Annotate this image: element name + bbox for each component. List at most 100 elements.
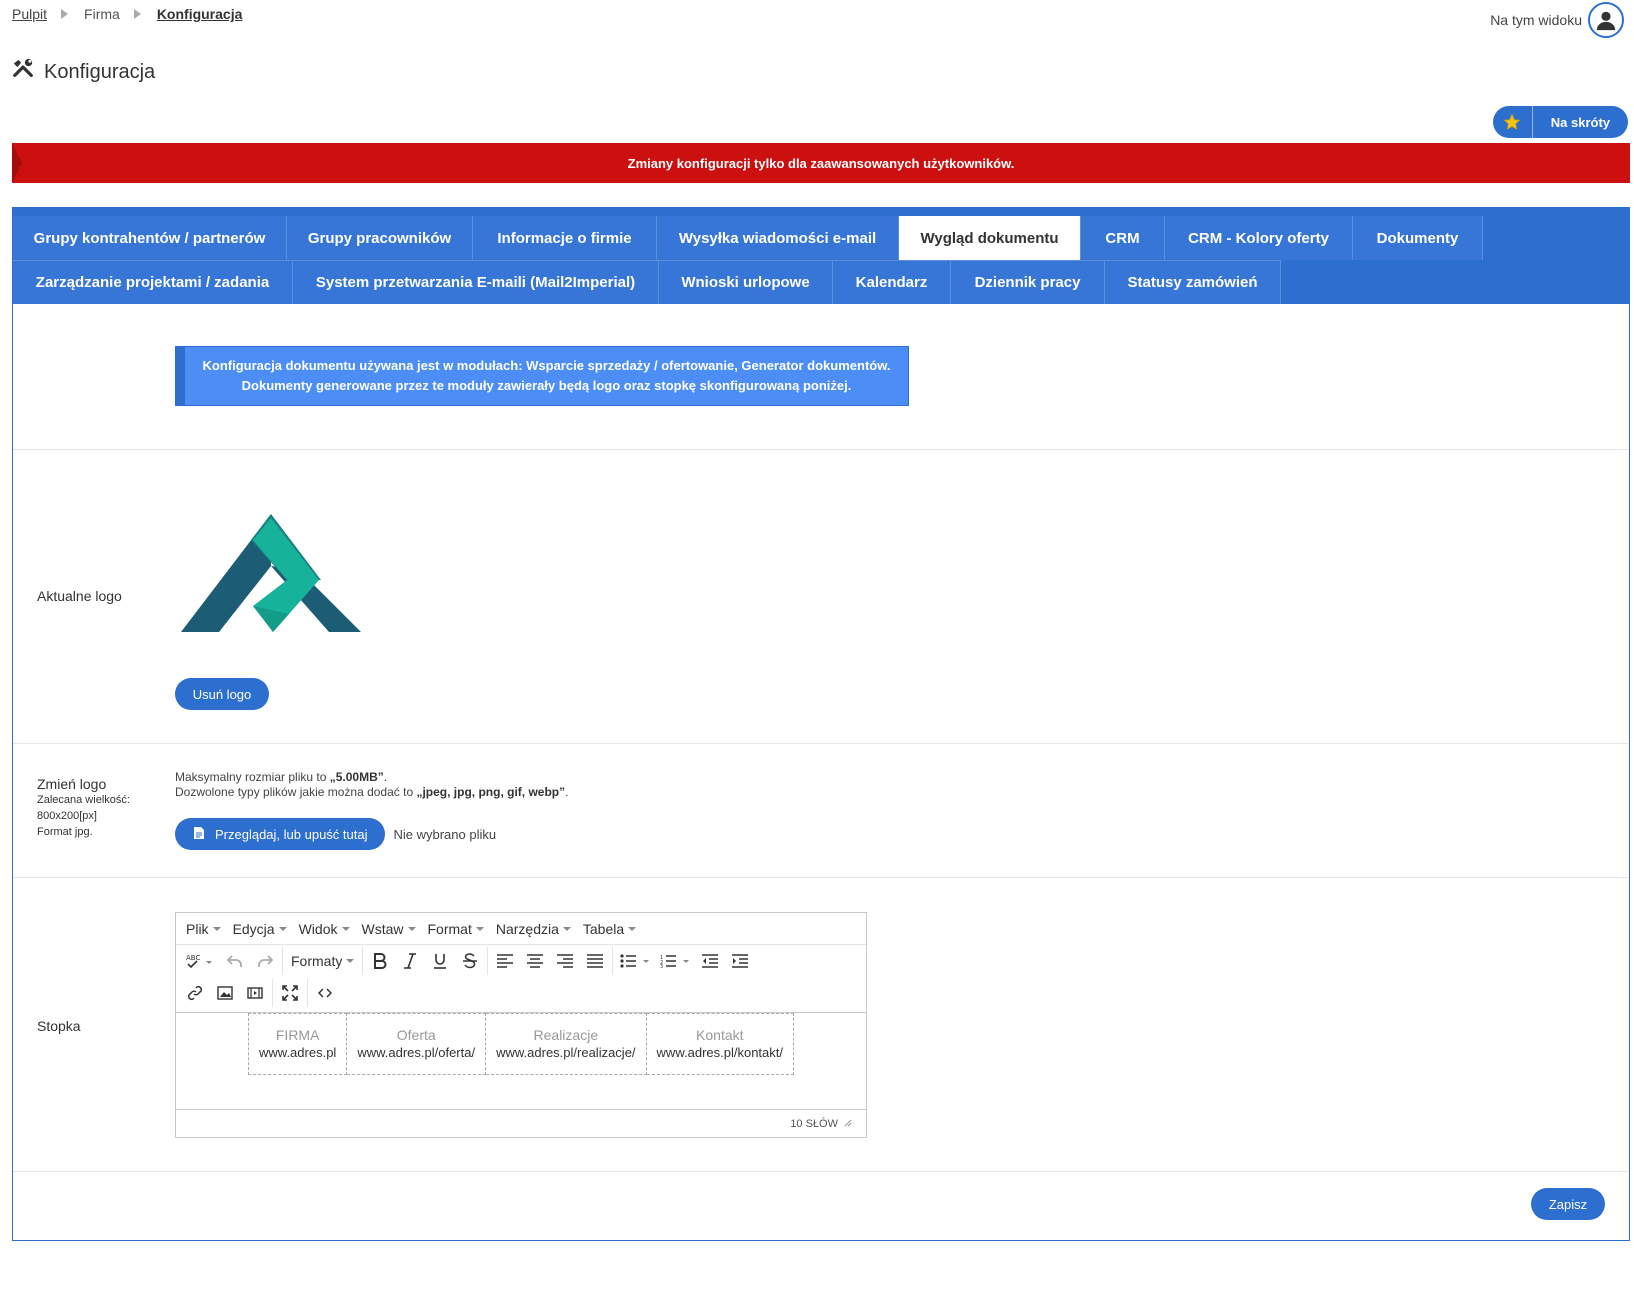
align-right-icon[interactable] — [550, 947, 580, 975]
shortcuts-label: Na skróty — [1550, 114, 1610, 130]
align-center-icon[interactable] — [520, 947, 550, 975]
footer-cell-firma[interactable]: FIRMA www.adres.pl — [247, 1013, 348, 1075]
cell-url: www.adres.pl/kontakt/ — [656, 1045, 783, 1060]
menu-wstaw-label: Wstaw — [361, 920, 404, 937]
footer-section: Stopka Plik Edycja Widok Wstaw Format Na… — [13, 878, 1629, 1172]
toolbar-separator — [362, 947, 364, 975]
info-line-2: Dokumenty generowane przez te moduły zaw… — [241, 378, 852, 393]
view-label[interactable]: Na tym widoku — [1490, 12, 1582, 28]
image-icon[interactable] — [210, 979, 240, 1007]
tab-wyglad-dokumentu[interactable]: Wygląd dokumentu — [899, 216, 1081, 260]
editor-content[interactable]: FIRMA www.adres.pl Oferta www.adres.pl/ofe… — [176, 1012, 866, 1110]
save-button[interactable]: Zapisz — [1531, 1188, 1605, 1220]
align-left-icon[interactable] — [490, 947, 520, 975]
tab-grupy-kontrahentow[interactable]: Grupy kontrahentów / partnerów — [13, 216, 287, 260]
strikethrough-icon[interactable] — [455, 947, 485, 975]
recommended-size-value: 800x200[px] — [37, 810, 97, 822]
footer-cell-kontakt[interactable]: Kontakt www.adres.pl/kontakt/ — [645, 1013, 795, 1075]
source-code-icon[interactable] — [310, 979, 340, 1007]
menu-narzedzia-label: Narzędzia — [495, 920, 559, 937]
breadcrumb-konfiguracja[interactable]: Konfiguracja — [157, 6, 243, 22]
menu-format[interactable]: Format — [422, 921, 490, 937]
user-icon[interactable] — [1588, 2, 1624, 38]
toolbar-separator — [307, 979, 308, 1007]
undo-icon[interactable] — [220, 947, 250, 975]
menu-plik-label: Plik — [186, 920, 209, 937]
outdent-icon[interactable] — [695, 947, 725, 975]
browse-file-label: Przeglądaj, lub upuść tutaj — [215, 826, 368, 842]
toolbar-separator — [487, 947, 489, 975]
formats-dropdown[interactable]: Formaty — [285, 953, 360, 969]
page-title: Konfiguracja — [12, 58, 155, 86]
tools-icon — [12, 58, 34, 86]
svg-text:3: 3 — [660, 964, 663, 968]
cell-url: www.adres.pl/realizacje/ — [496, 1045, 636, 1060]
fullscreen-icon[interactable] — [275, 979, 305, 1007]
tab-kalendarz[interactable]: Kalendarz — [833, 260, 951, 304]
svg-text:ABC: ABC — [186, 954, 200, 962]
footer-table: FIRMA www.adres.pl Oferta www.adres.pl/ofe… — [247, 1013, 795, 1075]
bold-icon[interactable] — [365, 947, 395, 975]
footer-cell-oferta[interactable]: Oferta www.adres.pl/oferta/ — [346, 1013, 487, 1075]
config-panel: Grupy kontrahentów / partnerów Grupy pra… — [12, 207, 1630, 1241]
numbered-list-icon[interactable]: 123 — [655, 947, 695, 975]
change-logo-label: Zmień logo — [37, 776, 107, 792]
menu-wstaw[interactable]: Wstaw — [356, 921, 422, 937]
tab-grupy-pracownikow[interactable]: Grupy pracowników — [287, 216, 473, 260]
tab-informacje-o-firmie[interactable]: Informacje o firmie — [473, 216, 657, 260]
recommended-size-label: Zalecana wielkość: — [37, 794, 130, 806]
media-icon[interactable] — [240, 979, 270, 1007]
caret-down-icon — [562, 926, 571, 931]
cell-url: www.adres.pl — [259, 1045, 337, 1060]
allowed-types-line: Dozwolone typy plików jakie można dodać … — [175, 785, 569, 799]
toolbar-separator — [282, 947, 283, 975]
italic-icon[interactable] — [395, 947, 425, 975]
breadcrumb-pulpit[interactable]: Pulpit — [12, 6, 47, 22]
cell-title: Realizacje — [533, 1027, 599, 1043]
link-icon[interactable] — [180, 979, 210, 1007]
tab-dziennik-pracy[interactable]: Dziennik pracy — [951, 260, 1105, 304]
change-logo-label-group: Zmień logo Zalecana wielkość: 800x200[px… — [37, 776, 130, 840]
footer-cell-realizacje[interactable]: Realizacje www.adres.pl/realizacje/ — [485, 1013, 647, 1075]
cell-title: FIRMA — [275, 1027, 320, 1043]
tab-statusy-zamowien[interactable]: Statusy zamówień — [1105, 260, 1281, 304]
breadcrumb-separator-icon — [133, 9, 141, 19]
tab-mail2imperial[interactable]: System przetwarzania E-maili (Mail2Imper… — [293, 260, 659, 304]
company-logo — [179, 510, 363, 639]
tab-wysylka-email[interactable]: Wysyłka wiadomości e-mail — [657, 216, 899, 260]
breadcrumb-separator-icon — [61, 9, 69, 19]
tab-dokumenty[interactable]: Dokumenty — [1353, 216, 1483, 260]
remove-logo-button[interactable]: Usuń logo — [175, 678, 269, 710]
align-justify-icon[interactable] — [580, 947, 610, 975]
browse-file-button[interactable]: Przeglądaj, lub upuść tutaj — [175, 818, 386, 850]
redo-icon[interactable] — [250, 947, 280, 975]
indent-icon[interactable] — [725, 947, 755, 975]
toolbar-separator — [272, 979, 273, 1007]
tab-crm[interactable]: CRM — [1081, 216, 1165, 260]
menu-plik[interactable]: Plik — [180, 921, 227, 937]
resize-handle-icon[interactable] — [844, 1118, 852, 1130]
menu-narzedzia[interactable]: Narzędzia — [490, 921, 577, 937]
caret-down-icon — [278, 926, 287, 931]
view-options: Na tym widoku — [1490, 2, 1624, 38]
tab-zarzadzanie-projektami[interactable]: Zarządzanie projektami / zadania — [13, 260, 293, 304]
bullet-list-icon[interactable] — [615, 947, 655, 975]
upload-limits: Maksymalny rozmiar pliku to „5.00MB”. Do… — [175, 770, 568, 800]
underline-icon[interactable] — [425, 947, 455, 975]
max-size-value: „5.00MB” — [329, 770, 384, 784]
menu-widok[interactable]: Widok — [293, 921, 356, 937]
menu-tabela[interactable]: Tabela — [577, 921, 642, 937]
caret-down-icon — [407, 926, 416, 931]
breadcrumb-firma[interactable]: Firma — [84, 6, 120, 22]
tab-crm-kolory-oferty[interactable]: CRM - Kolory oferty — [1165, 216, 1353, 260]
spellcheck-icon[interactable]: ABC — [180, 947, 220, 975]
alert-banner: Zmiany konfiguracji tylko dla zaawansowa… — [12, 143, 1630, 183]
editor-toolbar-1: ABC Formaty 1 2 3 — [176, 945, 866, 977]
caret-down-icon — [346, 959, 355, 963]
menu-edycja[interactable]: Edycja — [227, 921, 293, 937]
max-size-line: Maksymalny rozmiar pliku to „5.00MB”. — [175, 770, 388, 784]
shortcuts-button[interactable]: Na skróty — [1492, 106, 1628, 138]
menu-format-label: Format — [427, 920, 472, 937]
tab-wnioski-urlopowe[interactable]: Wnioski urlopowe — [659, 260, 833, 304]
star-icon — [1493, 106, 1533, 138]
